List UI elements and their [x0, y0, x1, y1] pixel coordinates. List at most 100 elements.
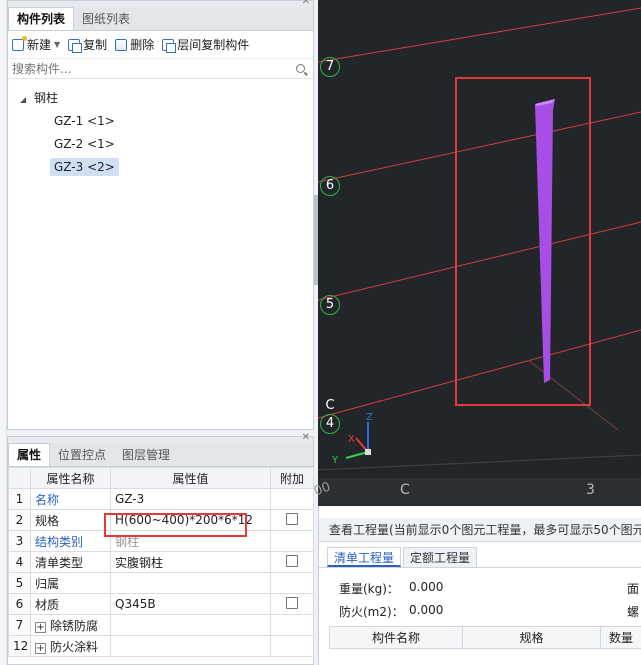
property-value[interactable]: 实腹钢柱 [110, 551, 271, 573]
row-number: 12 [8, 635, 31, 657]
copy-button[interactable]: 复制 [68, 36, 107, 53]
delete-icon [115, 38, 128, 51]
property-extra [270, 572, 314, 594]
delete-button[interactable]: 删除 [115, 36, 154, 53]
header-num [8, 467, 31, 489]
property-name: 归属 [30, 572, 111, 594]
component-tabs: 构件列表 图纸列表 [8, 7, 313, 31]
property-row-list-type[interactable]: 4 清单类型 实腹钢柱 [8, 551, 314, 573]
property-extra [270, 488, 314, 510]
axis-x-label: X [348, 434, 355, 445]
copy-icon [68, 38, 83, 53]
property-value[interactable]: Q345B [110, 593, 271, 615]
tab-quota-quantity[interactable]: 定额工程量 [403, 547, 478, 567]
property-extra [270, 614, 314, 636]
tree-item-gz-2[interactable]: GZ-2 <1> [8, 133, 313, 156]
axis-badge-c-left[interactable]: C [320, 397, 340, 417]
header-value: 属性值 [110, 467, 271, 489]
tab-component-list[interactable]: 构件列表 [8, 7, 75, 30]
property-name: 清单类型 [30, 551, 111, 573]
property-value[interactable]: GZ-3 [110, 488, 271, 510]
property-row-material[interactable]: 6 材质 Q345B [8, 593, 314, 615]
tree-root-steel-column[interactable]: ◢ 钢柱 [8, 87, 313, 110]
layer-copy-icon [162, 38, 177, 53]
steel-column-member[interactable] [535, 99, 555, 383]
property-extra [270, 509, 314, 531]
property-extra [270, 593, 314, 615]
tab-position-control[interactable]: 位置控点 [50, 444, 114, 466]
tree-item-gz-3[interactable]: GZ-3 <2> [8, 156, 313, 179]
property-row-rust[interactable]: 7 + 除锈防腐 [8, 614, 314, 636]
tree-item-label: GZ-3 <2> [50, 158, 119, 176]
component-list-panel: ✕ 构件列表 图纸列表 新建 ▼ 复制 删除 层间复制构件 搜索构件... ◢ … [7, 0, 314, 430]
header-name: 属性名称 [30, 467, 111, 489]
close-icon[interactable]: ✕ [302, 0, 310, 7]
viewport-canvas: Z X Y [318, 7, 641, 471]
right-partial-label-2: 螺 [627, 605, 640, 619]
axis-badge-5[interactable]: 5 [320, 295, 340, 315]
3d-viewport[interactable]: Z X Y 7 6 5 4 C [318, 0, 641, 502]
quantity-table: 构件名称 规格 数量 [329, 626, 641, 649]
property-name: 规格 [30, 509, 111, 531]
property-panel: ✕ 属性 位置控点 图层管理 属性名称 属性值 附加 1 名称 GZ-3 2 规… [7, 432, 314, 665]
extra-checkbox[interactable] [286, 596, 298, 609]
edge-strip [0, 0, 7, 665]
grid-line-7 [318, 7, 641, 63]
component-tree: ◢ 钢柱 GZ-1 <1> GZ-2 <1> GZ-3 <2> [8, 79, 313, 179]
new-label: 新建 [27, 38, 52, 52]
property-name: 名称 [30, 488, 111, 510]
property-extra [270, 530, 314, 552]
property-value[interactable] [110, 635, 271, 657]
row-number: 3 [8, 530, 31, 552]
column-face [535, 99, 555, 383]
component-toolbar: 新建 ▼ 复制 删除 层间复制构件 [8, 31, 313, 59]
close-icon[interactable]: ✕ [302, 432, 310, 443]
property-name: 结构类别 [30, 530, 111, 552]
fireproof-value: 0.000 [409, 603, 444, 617]
right-partial-label-1: 面 [627, 582, 640, 596]
property-table: 属性名称 属性值 附加 1 名称 GZ-3 2 规格 H(600~400)*20… [8, 467, 314, 657]
property-row-name[interactable]: 1 名称 GZ-3 [8, 488, 314, 510]
tab-properties[interactable]: 属性 [8, 443, 51, 466]
copy-label: 复制 [83, 38, 108, 52]
quantity-title: 查看工程量(当前显示0个图元工程量，最多可显示50个图元 [319, 518, 641, 542]
tree-item-gz-1[interactable]: GZ-1 <1> [8, 110, 313, 133]
axis-y-label: Y [331, 455, 339, 466]
extra-checkbox[interactable] [286, 512, 298, 525]
new-button[interactable]: 新建 ▼ [12, 35, 60, 53]
weight-value: 0.000 [409, 580, 444, 594]
quantity-tabs: 清单工程量 定额工程量 [319, 546, 641, 568]
expand-icon[interactable]: + [35, 621, 46, 633]
row-number: 7 [8, 614, 31, 636]
row-number: 5 [8, 572, 31, 594]
property-value[interactable] [110, 614, 271, 636]
caret-down-icon[interactable]: ◢ [20, 95, 26, 104]
search-icon[interactable] [296, 64, 305, 73]
tab-drawing-list[interactable]: 图纸列表 [74, 8, 138, 30]
axis-badge-6[interactable]: 6 [320, 176, 340, 196]
weight-row: 重量(kg)： 0.000 [339, 580, 443, 597]
new-icon [12, 35, 27, 51]
grid-line-diag [527, 359, 619, 431]
property-name-cell: + 除锈防腐 [30, 614, 111, 636]
property-value[interactable] [110, 572, 271, 594]
row-number: 4 [8, 551, 31, 573]
property-row-fireproof[interactable]: 12 + 防火涂料 [8, 635, 314, 657]
left-column: ✕ 构件列表 图纸列表 新建 ▼ 复制 删除 层间复制构件 搜索构件... ◢ … [0, 0, 318, 665]
component-search [8, 59, 313, 79]
search-input[interactable] [12, 61, 296, 76]
weight-label: 重量(kg)： [339, 582, 399, 596]
extra-checkbox[interactable] [286, 554, 298, 567]
header-quantity: 数量 [600, 626, 641, 649]
property-name: 防火涂料 [50, 639, 99, 654]
header-extra: 附加 [270, 467, 314, 489]
tab-layer-management[interactable]: 图层管理 [114, 444, 178, 466]
layer-copy-button[interactable]: 层间复制构件 [162, 36, 249, 53]
axis-badge-4[interactable]: 4 [320, 414, 340, 434]
grid-line-5 [318, 221, 641, 301]
tab-list-quantity[interactable]: 清单工程量 [327, 547, 402, 567]
axis-badge-7[interactable]: 7 [320, 57, 340, 77]
expand-icon[interactable]: + [35, 642, 46, 654]
chevron-down-icon[interactable]: ▼ [54, 40, 60, 49]
property-row-belong[interactable]: 5 归属 [8, 572, 314, 594]
